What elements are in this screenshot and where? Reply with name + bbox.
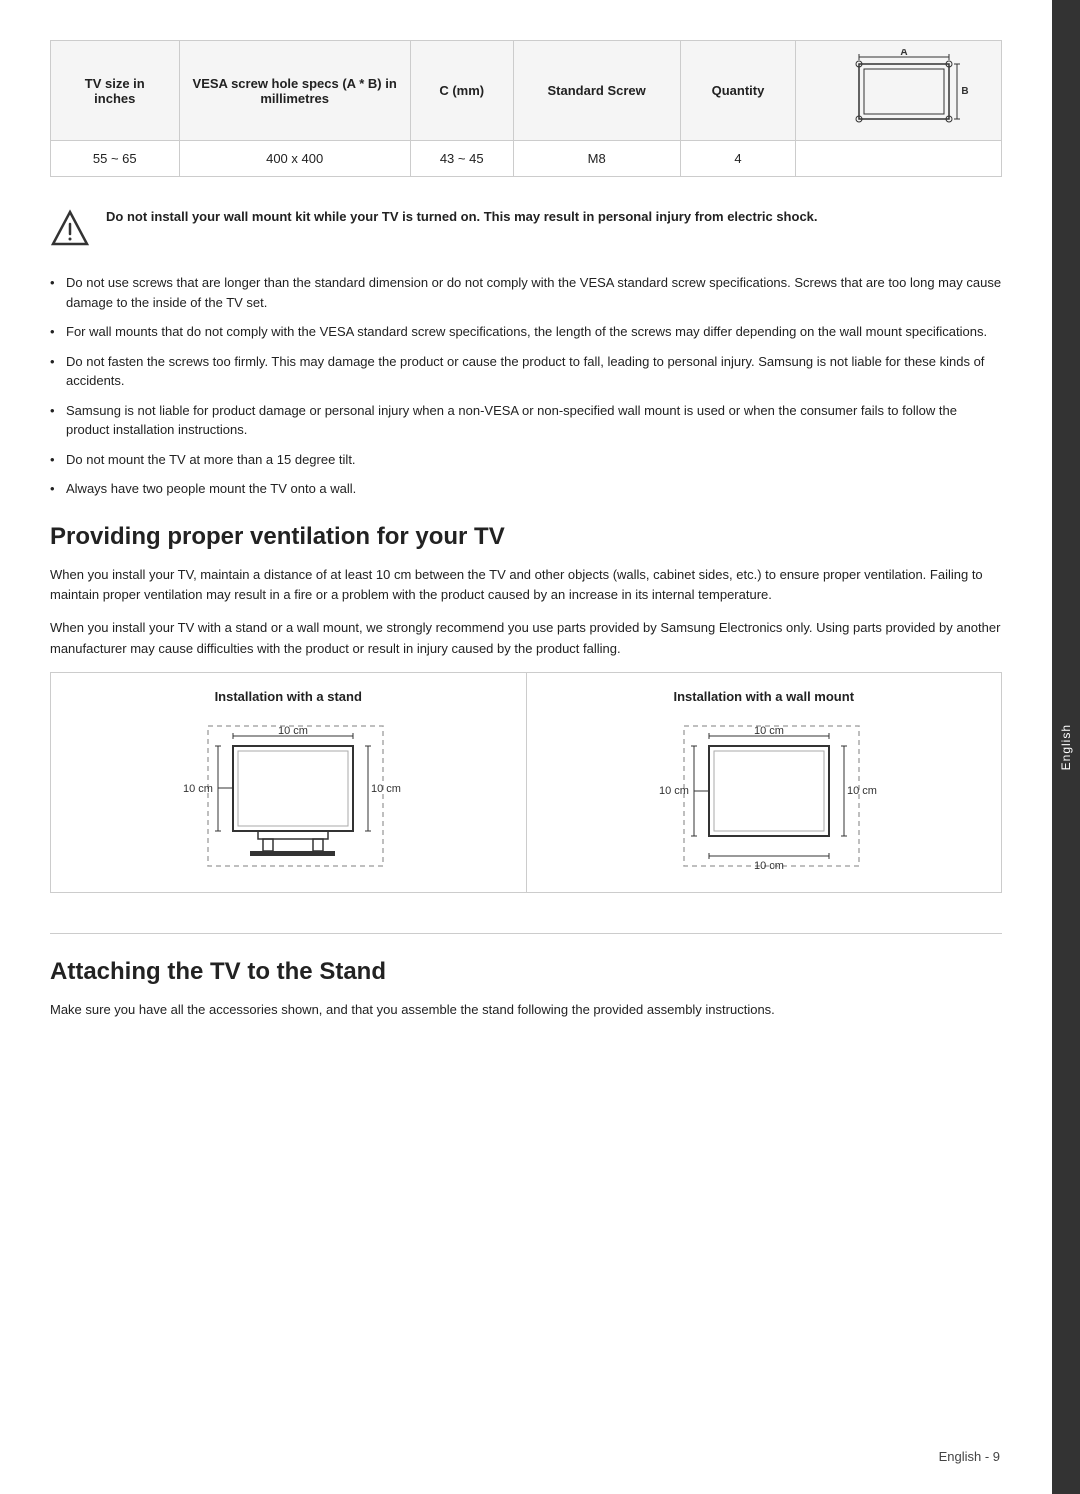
side-tab-label: English [1059, 724, 1073, 770]
svg-text:10 cm: 10 cm [371, 783, 401, 795]
diagram-stand-title: Installation with a stand [67, 689, 510, 704]
cell-vesa: 400 x 400 [179, 141, 410, 177]
specs-table: TV size in inches VESA screw hole specs … [50, 40, 1002, 177]
bullet-list: Do not use screws that are longer than t… [50, 273, 1002, 499]
warning-icon [50, 209, 90, 249]
main-content: TV size in inches VESA screw hole specs … [0, 0, 1052, 1494]
ventilation-heading: Providing proper ventilation for your TV [50, 523, 1002, 551]
col-header-vesa: VESA screw hole specs (A * B) in millime… [179, 41, 410, 141]
diagram-stand-svg: 10 cm 10 cm 10 cm [168, 716, 408, 876]
svg-text:10 cm: 10 cm [183, 783, 213, 795]
svg-text:A: A [900, 49, 907, 58]
bullet-item: Always have two people mount the TV onto… [50, 479, 1002, 499]
diagram-wall-svg: 10 cm 10 cm 10 cm [644, 716, 884, 876]
diagram-stand-area: 10 cm 10 cm 10 cm [67, 716, 510, 876]
warning-box: Do not install your wall mount kit while… [50, 207, 1002, 249]
ventilation-diagrams: Installation with a stand [50, 672, 1002, 893]
svg-text:10 cm: 10 cm [754, 725, 784, 737]
cell-diagram [796, 141, 1002, 177]
svg-text:10 cm: 10 cm [847, 785, 877, 797]
cell-c-mm: 43 ~ 45 [410, 141, 513, 177]
section-divider [50, 933, 1002, 934]
attaching-body: Make sure you have all the accessories s… [50, 1000, 1002, 1021]
bullet-item: For wall mounts that do not comply with … [50, 322, 1002, 342]
col-header-c: C (mm) [410, 41, 513, 141]
bullet-item: Samsung is not liable for product damage… [50, 401, 1002, 440]
cell-quantity: 4 [680, 141, 796, 177]
cell-tv-size: 55 ~ 65 [51, 141, 180, 177]
page-footer: English - 9 [939, 1449, 1000, 1464]
diagram-wall: Installation with a wall mount [527, 673, 1002, 892]
bullet-item: Do not use screws that are longer than t… [50, 273, 1002, 312]
ventilation-body2: When you install your TV with a stand or… [50, 618, 1002, 660]
ventilation-body1: When you install your TV, maintain a dis… [50, 565, 1002, 607]
diagram-wall-title: Installation with a wall mount [543, 689, 986, 704]
col-header-qty: Quantity [680, 41, 796, 141]
svg-text:10 cm: 10 cm [754, 860, 784, 872]
col-header-screw: Standard Screw [513, 41, 680, 141]
attaching-heading: Attaching the TV to the Stand [50, 958, 1002, 986]
diagram-wall-area: 10 cm 10 cm 10 cm [543, 716, 986, 876]
bullet-item: Do not fasten the screws too firmly. Thi… [50, 352, 1002, 391]
col-header-diagram: A B [796, 41, 1002, 141]
bullet-item: Do not mount the TV at more than a 15 de… [50, 450, 1002, 470]
cell-screw: M8 [513, 141, 680, 177]
svg-text:10 cm: 10 cm [278, 725, 308, 737]
warning-text: Do not install your wall mount kit while… [106, 207, 818, 227]
diagram-stand: Installation with a stand [51, 673, 527, 892]
svg-text:10 cm: 10 cm [659, 785, 689, 797]
col-header-tv: TV size in inches [51, 41, 180, 141]
side-tab: English [1052, 0, 1080, 1494]
vesa-diagram-header: A B [829, 49, 969, 129]
svg-text:B: B [961, 86, 968, 97]
